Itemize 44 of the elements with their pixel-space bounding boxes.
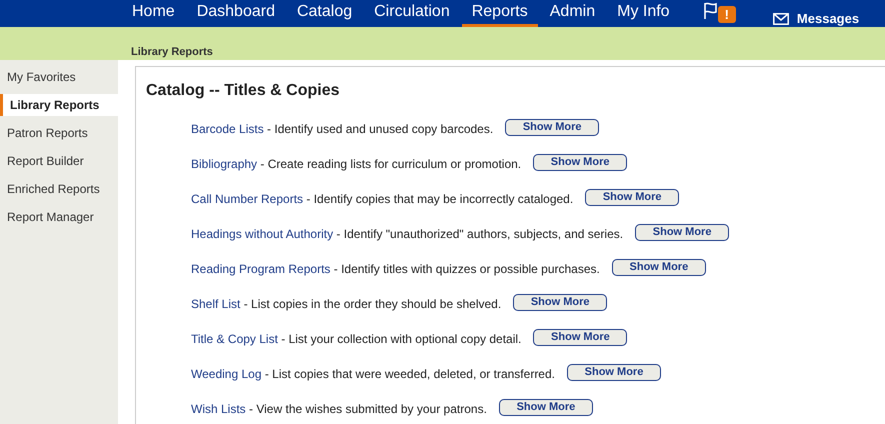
show-more-button[interactable]: Show More: [533, 154, 628, 171]
report-description: Title & Copy List - List your collection with optional copy detail.: [191, 331, 522, 348]
show-more-button[interactable]: Show More: [513, 294, 608, 311]
show-more-button[interactable]: Show More: [585, 189, 680, 206]
sidebar-item[interactable]: Report Manager: [0, 206, 118, 228]
nav-tab[interactable]: Circulation: [364, 0, 460, 27]
sidebar-item[interactable]: Library Reports: [0, 94, 118, 116]
report-description: Call Number Reports - Identify copies that may be incorrectly cataloged.: [191, 191, 574, 208]
nav-tab[interactable]: My Info: [607, 0, 680, 27]
report-link[interactable]: Call Number Reports: [191, 192, 304, 206]
breadcrumb: Library Reports: [131, 46, 213, 58]
show-more-button[interactable]: Show More: [505, 119, 600, 136]
messages-button[interactable]: Messages: [772, 10, 860, 27]
report-link[interactable]: Weeding Log: [191, 367, 262, 381]
show-more-button[interactable]: Show More: [612, 259, 706, 276]
report-description: Weeding Log - List copies that were weeded, deleted, or transferred.: [191, 366, 555, 383]
report-link[interactable]: Shelf List: [191, 297, 240, 311]
report-link[interactable]: Wish Lists: [191, 402, 246, 416]
report-description: Shelf List - List copies in the order they should be shelved.: [191, 296, 502, 313]
alert-badge: !: [718, 6, 736, 23]
report-link[interactable]: Title & Copy List: [191, 332, 278, 346]
nav-tab[interactable]: Admin: [540, 0, 606, 27]
show-more-button[interactable]: Show More: [498, 399, 593, 416]
show-more-button[interactable]: Show More: [533, 329, 628, 346]
report-description: Headings without Authority - Identify "unauthorized" authors, subjects, and series.: [191, 226, 624, 243]
sidebar-item[interactable]: My Favorites: [0, 66, 118, 88]
show-more-button[interactable]: Show More: [635, 224, 730, 241]
report-link[interactable]: Bibliography: [191, 157, 258, 171]
show-more-button[interactable]: Show More: [567, 364, 661, 381]
report-description: Bibliography - Create reading lists for curriculum or promotion.: [191, 156, 522, 173]
nav-tab[interactable]: Dashboard: [186, 0, 285, 27]
envelope-icon: [772, 12, 789, 24]
report-link[interactable]: Headings without Authority: [191, 227, 334, 241]
section-title: Catalog -- Titles & Copies: [146, 81, 341, 101]
report-link[interactable]: Barcode Lists: [191, 122, 264, 136]
sidebar-item[interactable]: Patron Reports: [0, 122, 118, 144]
report-description: Barcode Lists - Identify used and unused copy barcodes.: [191, 121, 494, 138]
report-description: Wish Lists - View the wishes submitted by your patrons.: [191, 401, 487, 418]
report-link[interactable]: Reading Program Reports: [191, 262, 330, 276]
nav-tab[interactable]: Catalog: [286, 0, 362, 27]
nav-tab[interactable]: Home: [122, 0, 185, 27]
sidebar-item[interactable]: Enriched Reports: [0, 178, 118, 200]
report-description: Reading Program Reports - Identify titles with quizzes or possible purchases.: [191, 261, 600, 278]
sidebar-item[interactable]: Report Builder: [0, 150, 118, 172]
